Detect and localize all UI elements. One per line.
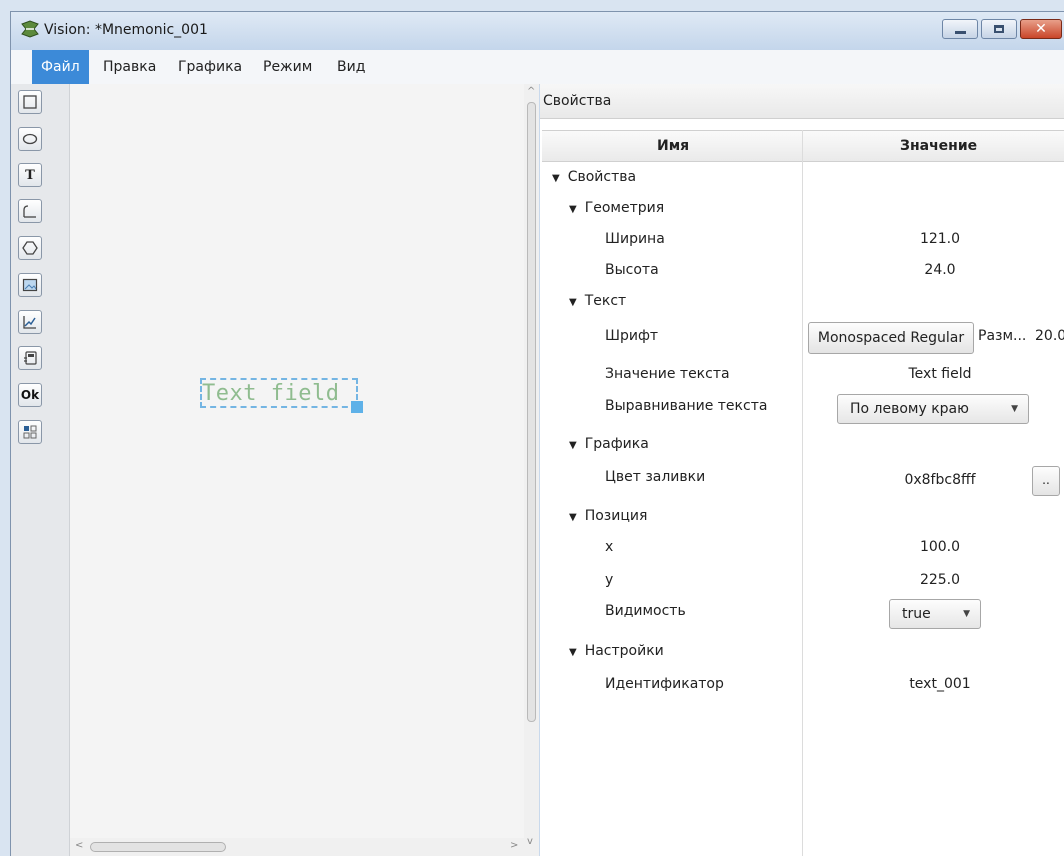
column-name-header[interactable]: Имя	[657, 138, 689, 154]
horizontal-scroll-thumb[interactable]	[90, 842, 226, 852]
font-size-label: Разм...	[978, 328, 1027, 344]
polyline-icon	[23, 205, 36, 218]
text-tool[interactable]: T	[18, 163, 42, 187]
expand-triangle-icon[interactable]: ▼	[569, 440, 577, 451]
properties-header: Свойства	[540, 84, 1064, 119]
height-label: Высота	[605, 262, 659, 278]
chart-icon	[23, 316, 36, 329]
close-button[interactable]: ✕	[1020, 19, 1062, 39]
tool-palette: T Ok	[11, 84, 70, 856]
identifier-value[interactable]: text_001	[840, 676, 1040, 692]
ellipse-icon	[22, 133, 38, 145]
expand-triangle-icon[interactable]: ▼	[569, 512, 577, 523]
y-label: y	[605, 572, 614, 588]
expand-triangle-icon[interactable]: ▼	[569, 297, 577, 308]
visibility-label: Видимость	[605, 603, 686, 619]
scroll-down-icon[interactable]: v	[527, 836, 533, 847]
gauge-icon	[24, 351, 37, 365]
canvas-text-element[interactable]: Text field	[200, 378, 358, 408]
maximize-button[interactable]	[981, 19, 1017, 39]
rectangle-icon	[23, 95, 37, 109]
canvas-horizontal-scrollbar[interactable]: < >	[70, 838, 524, 856]
gauge-tool[interactable]	[18, 346, 42, 370]
grid-tool[interactable]	[18, 420, 42, 444]
column-value-header[interactable]: Значение	[900, 138, 977, 154]
canvas-text-content: Text field	[202, 381, 340, 406]
text-value-label: Значение текста	[605, 366, 730, 382]
canvas-vertical-scrollbar[interactable]: ^ v	[524, 84, 539, 856]
menu-graphics[interactable]: Графика	[169, 50, 251, 84]
rectangle-tool[interactable]	[18, 90, 42, 114]
width-label: Ширина	[605, 231, 665, 247]
expand-triangle-icon[interactable]: ▼	[552, 173, 560, 184]
polygon-tool[interactable]	[18, 236, 42, 260]
column-divider	[802, 130, 803, 856]
text-value[interactable]: Text field	[840, 366, 1040, 382]
scroll-right-icon[interactable]: >	[510, 840, 518, 851]
font-size-value[interactable]: 20.0	[1035, 328, 1064, 344]
polyline-tool[interactable]	[18, 199, 42, 223]
fill-color-value[interactable]: 0x8fbc8fff	[840, 472, 1040, 488]
app-logo-icon	[21, 20, 39, 38]
expand-triangle-icon[interactable]: ▼	[569, 647, 577, 658]
drawing-canvas[interactable]	[70, 84, 524, 844]
color-picker-button[interactable]: ..	[1032, 466, 1060, 496]
text-align-select[interactable]: По левому краю ▼	[837, 394, 1029, 424]
properties-panel: Свойства Имя Значение ▼ Свойства ▼ Геометр…	[540, 84, 1064, 856]
vertical-scroll-thumb[interactable]	[527, 102, 536, 722]
visibility-selected: true	[902, 606, 931, 622]
minimize-icon	[943, 20, 977, 38]
properties-title: Свойства	[543, 93, 612, 109]
tree-node-position[interactable]: ▼ Позиция	[569, 508, 647, 524]
tree-node-properties[interactable]: ▼ Свойства	[552, 169, 636, 185]
minimize-button[interactable]	[942, 19, 978, 39]
close-icon: ✕	[1035, 21, 1047, 37]
text-icon: T	[25, 167, 35, 183]
menu-bar: Файл Правка Графика Режим Вид	[11, 50, 1064, 85]
menu-file[interactable]: Файл	[32, 50, 89, 84]
maximize-icon	[982, 20, 1016, 38]
chevron-down-icon: ▼	[1011, 404, 1018, 414]
tree-node-graphics[interactable]: ▼ Графика	[569, 436, 649, 452]
menu-view[interactable]: Вид	[328, 50, 374, 84]
height-value[interactable]: 24.0	[840, 262, 1040, 278]
tree-node-settings[interactable]: ▼ Настройки	[569, 643, 664, 659]
tree-node-text[interactable]: ▼ Текст	[569, 293, 626, 309]
grid-icon	[23, 425, 37, 439]
resize-handle[interactable]	[351, 401, 363, 413]
x-label: x	[605, 539, 614, 555]
chart-tool[interactable]	[18, 310, 42, 334]
x-value[interactable]: 100.0	[840, 539, 1040, 555]
properties-table-header: Имя Значение	[542, 130, 1064, 162]
scroll-up-icon[interactable]: ^	[527, 86, 535, 97]
menu-edit[interactable]: Правка	[94, 50, 165, 84]
button-icon: Ok	[20, 388, 40, 402]
width-value[interactable]: 121.0	[840, 231, 1040, 247]
text-align-label: Выравнивание текста	[605, 398, 768, 414]
tree-node-geometry[interactable]: ▼ Геометрия	[569, 200, 664, 216]
font-picker-button[interactable]: Monospaced Regular	[808, 322, 974, 354]
image-tool[interactable]	[18, 273, 42, 297]
chevron-down-icon: ▼	[963, 609, 970, 619]
button-tool[interactable]: Ok	[18, 383, 42, 407]
image-icon	[22, 278, 38, 292]
scroll-left-icon[interactable]: <	[75, 840, 83, 851]
y-value[interactable]: 225.0	[840, 572, 1040, 588]
menu-mode[interactable]: Режим	[254, 50, 321, 84]
fill-color-label: Цвет заливки	[605, 469, 706, 485]
title-bar[interactable]: Vision: *Mnemonic_001 ✕	[11, 12, 1064, 50]
polygon-icon	[22, 241, 38, 255]
identifier-label: Идентификатор	[605, 676, 724, 692]
ellipse-tool[interactable]	[18, 127, 42, 151]
visibility-select[interactable]: true ▼	[889, 599, 981, 629]
font-label: Шрифт	[605, 328, 659, 344]
text-align-selected: По левому краю	[850, 401, 969, 417]
window-title: Vision: *Mnemonic_001	[44, 22, 208, 38]
expand-triangle-icon[interactable]: ▼	[569, 204, 577, 215]
